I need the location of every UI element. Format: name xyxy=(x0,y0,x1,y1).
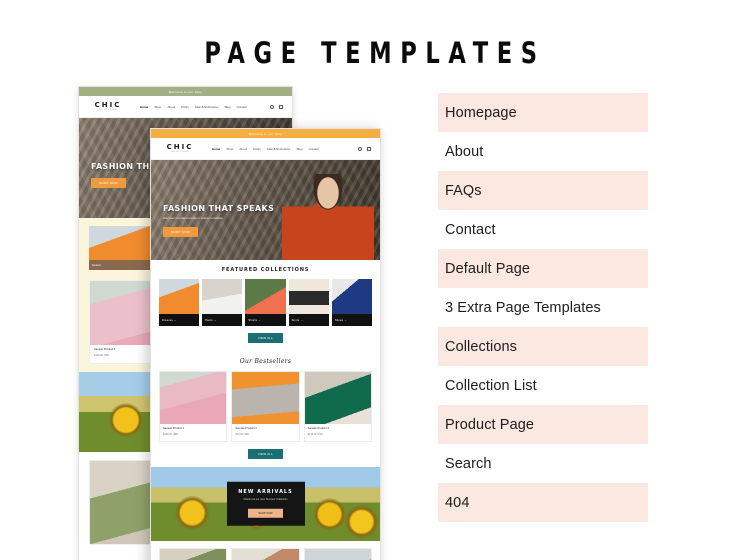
collection-label: Pants → xyxy=(202,314,243,326)
hero-model-image xyxy=(282,174,374,260)
nav-link-blog-back[interactable]: Blog xyxy=(225,105,231,109)
brand-name-front: CHIC xyxy=(166,143,194,151)
product-price: $130.00 USD xyxy=(163,432,179,436)
nav-link-shop-front[interactable]: Shop xyxy=(226,147,233,151)
template-list-item-homepage[interactable]: Homepage xyxy=(438,93,648,132)
hero-copy-front: FASHION THAT SPEAKS Discover the latest … xyxy=(163,204,274,238)
nav-link-sale-front[interactable]: Sale & Exclusives xyxy=(267,147,291,151)
collection-card[interactable]: Shoes → xyxy=(331,279,373,326)
collection-label: Shoes → xyxy=(331,314,373,326)
new-arrivals-button[interactable]: SHOP NOW xyxy=(248,508,283,518)
template-list-item-collections[interactable]: Collections xyxy=(438,327,648,366)
lookbook-card[interactable] xyxy=(159,547,228,560)
new-arrivals-overlay: NEW ARRIVALS Check out our new Summer Co… xyxy=(226,481,305,526)
brand-tagline-back: BOUTIQUE xyxy=(99,109,117,111)
nav-links-back: Home Shop About FAQs Sale & Exclusives B… xyxy=(140,105,270,109)
template-list-item-extra-pages[interactable]: 3 Extra Page Templates xyxy=(438,288,648,327)
nav-link-about-front[interactable]: About xyxy=(239,147,247,151)
collection-card[interactable]: Shorts → xyxy=(245,279,286,326)
new-arrivals-subtitle: Check out our new Summer Collection xyxy=(243,497,288,501)
bestsellers-heading: Our Bestsellers xyxy=(239,358,292,365)
featured-collections-heading: FEATURED COLLECTIONS xyxy=(221,267,310,273)
brand-logo-back: CHIC BOUTIQUE xyxy=(88,101,128,112)
search-icon-back[interactable] xyxy=(270,104,274,109)
page-root: PAGE TEMPLATES Welcome to our shop CHIC … xyxy=(0,0,750,560)
collection-card[interactable]: Skirts → xyxy=(288,279,329,326)
hero-subtitle-front: Discover the latest trends in women's fa… xyxy=(163,216,224,220)
product-image xyxy=(160,372,227,424)
product-name: Sample Product 3 xyxy=(307,427,330,430)
mockup-preview-front[interactable]: Welcome to our shop CHIC BOUTIQUE Home S… xyxy=(150,128,381,560)
nav-link-sale-back[interactable]: Sale & Exclusives xyxy=(195,105,219,109)
template-list-item-product-page[interactable]: Product Page xyxy=(438,405,648,444)
hero-section-front: FASHION THAT SPEAKS Discover the latest … xyxy=(151,160,380,260)
hero-cta-button-back[interactable]: SHOP NOW xyxy=(91,178,127,188)
collection-label: Skirts → xyxy=(288,314,329,326)
bestsellers-view-all-button[interactable]: VIEW ALL xyxy=(247,448,284,459)
product-meta: Sample Product 4 $79.00 USD xyxy=(232,424,298,441)
hero-cta-button-front[interactable]: SHOP NOW xyxy=(163,227,199,237)
collection-label: Dresses → xyxy=(159,314,200,326)
product-image xyxy=(232,372,299,424)
nav-icons-front xyxy=(358,146,371,151)
nav-links-front: Home Shop About FAQs Sale & Exclusives B… xyxy=(212,147,358,151)
bestsellers-section: Our Bestsellers Sample Product 1 $130.00… xyxy=(151,351,380,467)
product-price: $145.00 USD xyxy=(307,432,323,436)
announcement-bar-back: Welcome to our shop xyxy=(79,87,292,96)
collection-card[interactable]: Pants → xyxy=(202,279,243,326)
collection-label: Shorts → xyxy=(245,314,286,326)
brand-name-back: CHIC xyxy=(94,101,122,109)
product-card[interactable]: Sample Product 1 $130.00 USD xyxy=(159,371,228,442)
product-card[interactable]: Sample Product 3 $145.00 USD xyxy=(303,371,372,442)
product-meta: Sample Product 3 $145.00 USD xyxy=(305,424,371,441)
announcement-bar-front: Welcome to our shop xyxy=(151,129,380,138)
featured-collections-section: FEATURED COLLECTIONS Dresses → Pants → S… xyxy=(151,260,380,351)
shopping-bag-icon-front[interactable] xyxy=(367,146,371,151)
nav-link-faqs-front[interactable]: FAQs xyxy=(253,147,261,151)
template-list-item-collection-list[interactable]: Collection List xyxy=(438,366,648,405)
template-list-item-404[interactable]: 404 xyxy=(438,483,648,522)
product-card[interactable]: Sample Product 4 $79.00 USD xyxy=(231,371,300,442)
nav-link-contact-front[interactable]: Contact xyxy=(309,147,319,151)
nav-link-contact-back[interactable]: Contact xyxy=(237,105,247,109)
lookbook-card[interactable] xyxy=(303,547,372,560)
new-arrivals-section: NEW ARRIVALS Check out our new Summer Co… xyxy=(151,466,380,541)
new-arrivals-title: NEW ARRIVALS xyxy=(238,488,293,495)
product-name: Sample Product 1 xyxy=(163,427,185,430)
bestsellers-row: Sample Product 1 $130.00 USD Sample Prod… xyxy=(159,371,372,442)
nav-icons-back xyxy=(270,104,283,109)
brand-logo-front: CHIC BOUTIQUE xyxy=(160,143,200,154)
nav-link-blog-front[interactable]: Blog xyxy=(297,147,303,151)
nav-link-home-front[interactable]: Home xyxy=(212,147,220,151)
page-template-list: Homepage About FAQs Contact Default Page… xyxy=(438,93,648,522)
collection-card[interactable]: Dresses → xyxy=(159,279,200,326)
brand-tagline-front: BOUTIQUE xyxy=(171,151,189,153)
product-price: $79.00 USD xyxy=(235,432,249,436)
template-list-item-contact[interactable]: Contact xyxy=(438,210,648,249)
template-list-item-faqs[interactable]: FAQs xyxy=(438,171,648,210)
featured-button-wrap: VIEW ALL xyxy=(159,333,372,343)
bestsellers-button-wrap: VIEW ALL xyxy=(159,448,372,459)
product-image xyxy=(304,372,371,424)
product-meta: Sample Product 1 $130.00 USD xyxy=(160,424,226,441)
featured-collections-row: Dresses → Pants → Shorts → Skirts → Shoe… xyxy=(159,279,373,326)
shopping-bag-icon-back[interactable] xyxy=(279,104,283,109)
template-list-item-about[interactable]: About xyxy=(438,132,648,171)
site-navbar-front: CHIC BOUTIQUE Home Shop About FAQs Sale … xyxy=(151,138,380,160)
nav-link-faqs-back[interactable]: FAQs xyxy=(181,105,189,109)
featured-view-all-button[interactable]: VIEW ALL xyxy=(247,333,284,343)
lookbook-row xyxy=(151,540,380,560)
nav-link-about-back[interactable]: About xyxy=(167,105,175,109)
lookbook-card[interactable] xyxy=(231,547,300,560)
product-name: Sample Product 4 xyxy=(235,427,257,430)
hero-title-front: FASHION THAT SPEAKS xyxy=(163,204,275,213)
template-list-item-search[interactable]: Search xyxy=(438,444,648,483)
template-list-item-default-page[interactable]: Default Page xyxy=(438,249,648,288)
nav-link-shop-back[interactable]: Shop xyxy=(154,105,161,109)
search-icon-front[interactable] xyxy=(358,146,362,151)
nav-link-home-back[interactable]: Home xyxy=(140,105,148,109)
site-navbar-back: CHIC BOUTIQUE Home Shop About FAQs Sale … xyxy=(79,96,292,118)
page-title: PAGE TEMPLATES xyxy=(204,36,546,70)
